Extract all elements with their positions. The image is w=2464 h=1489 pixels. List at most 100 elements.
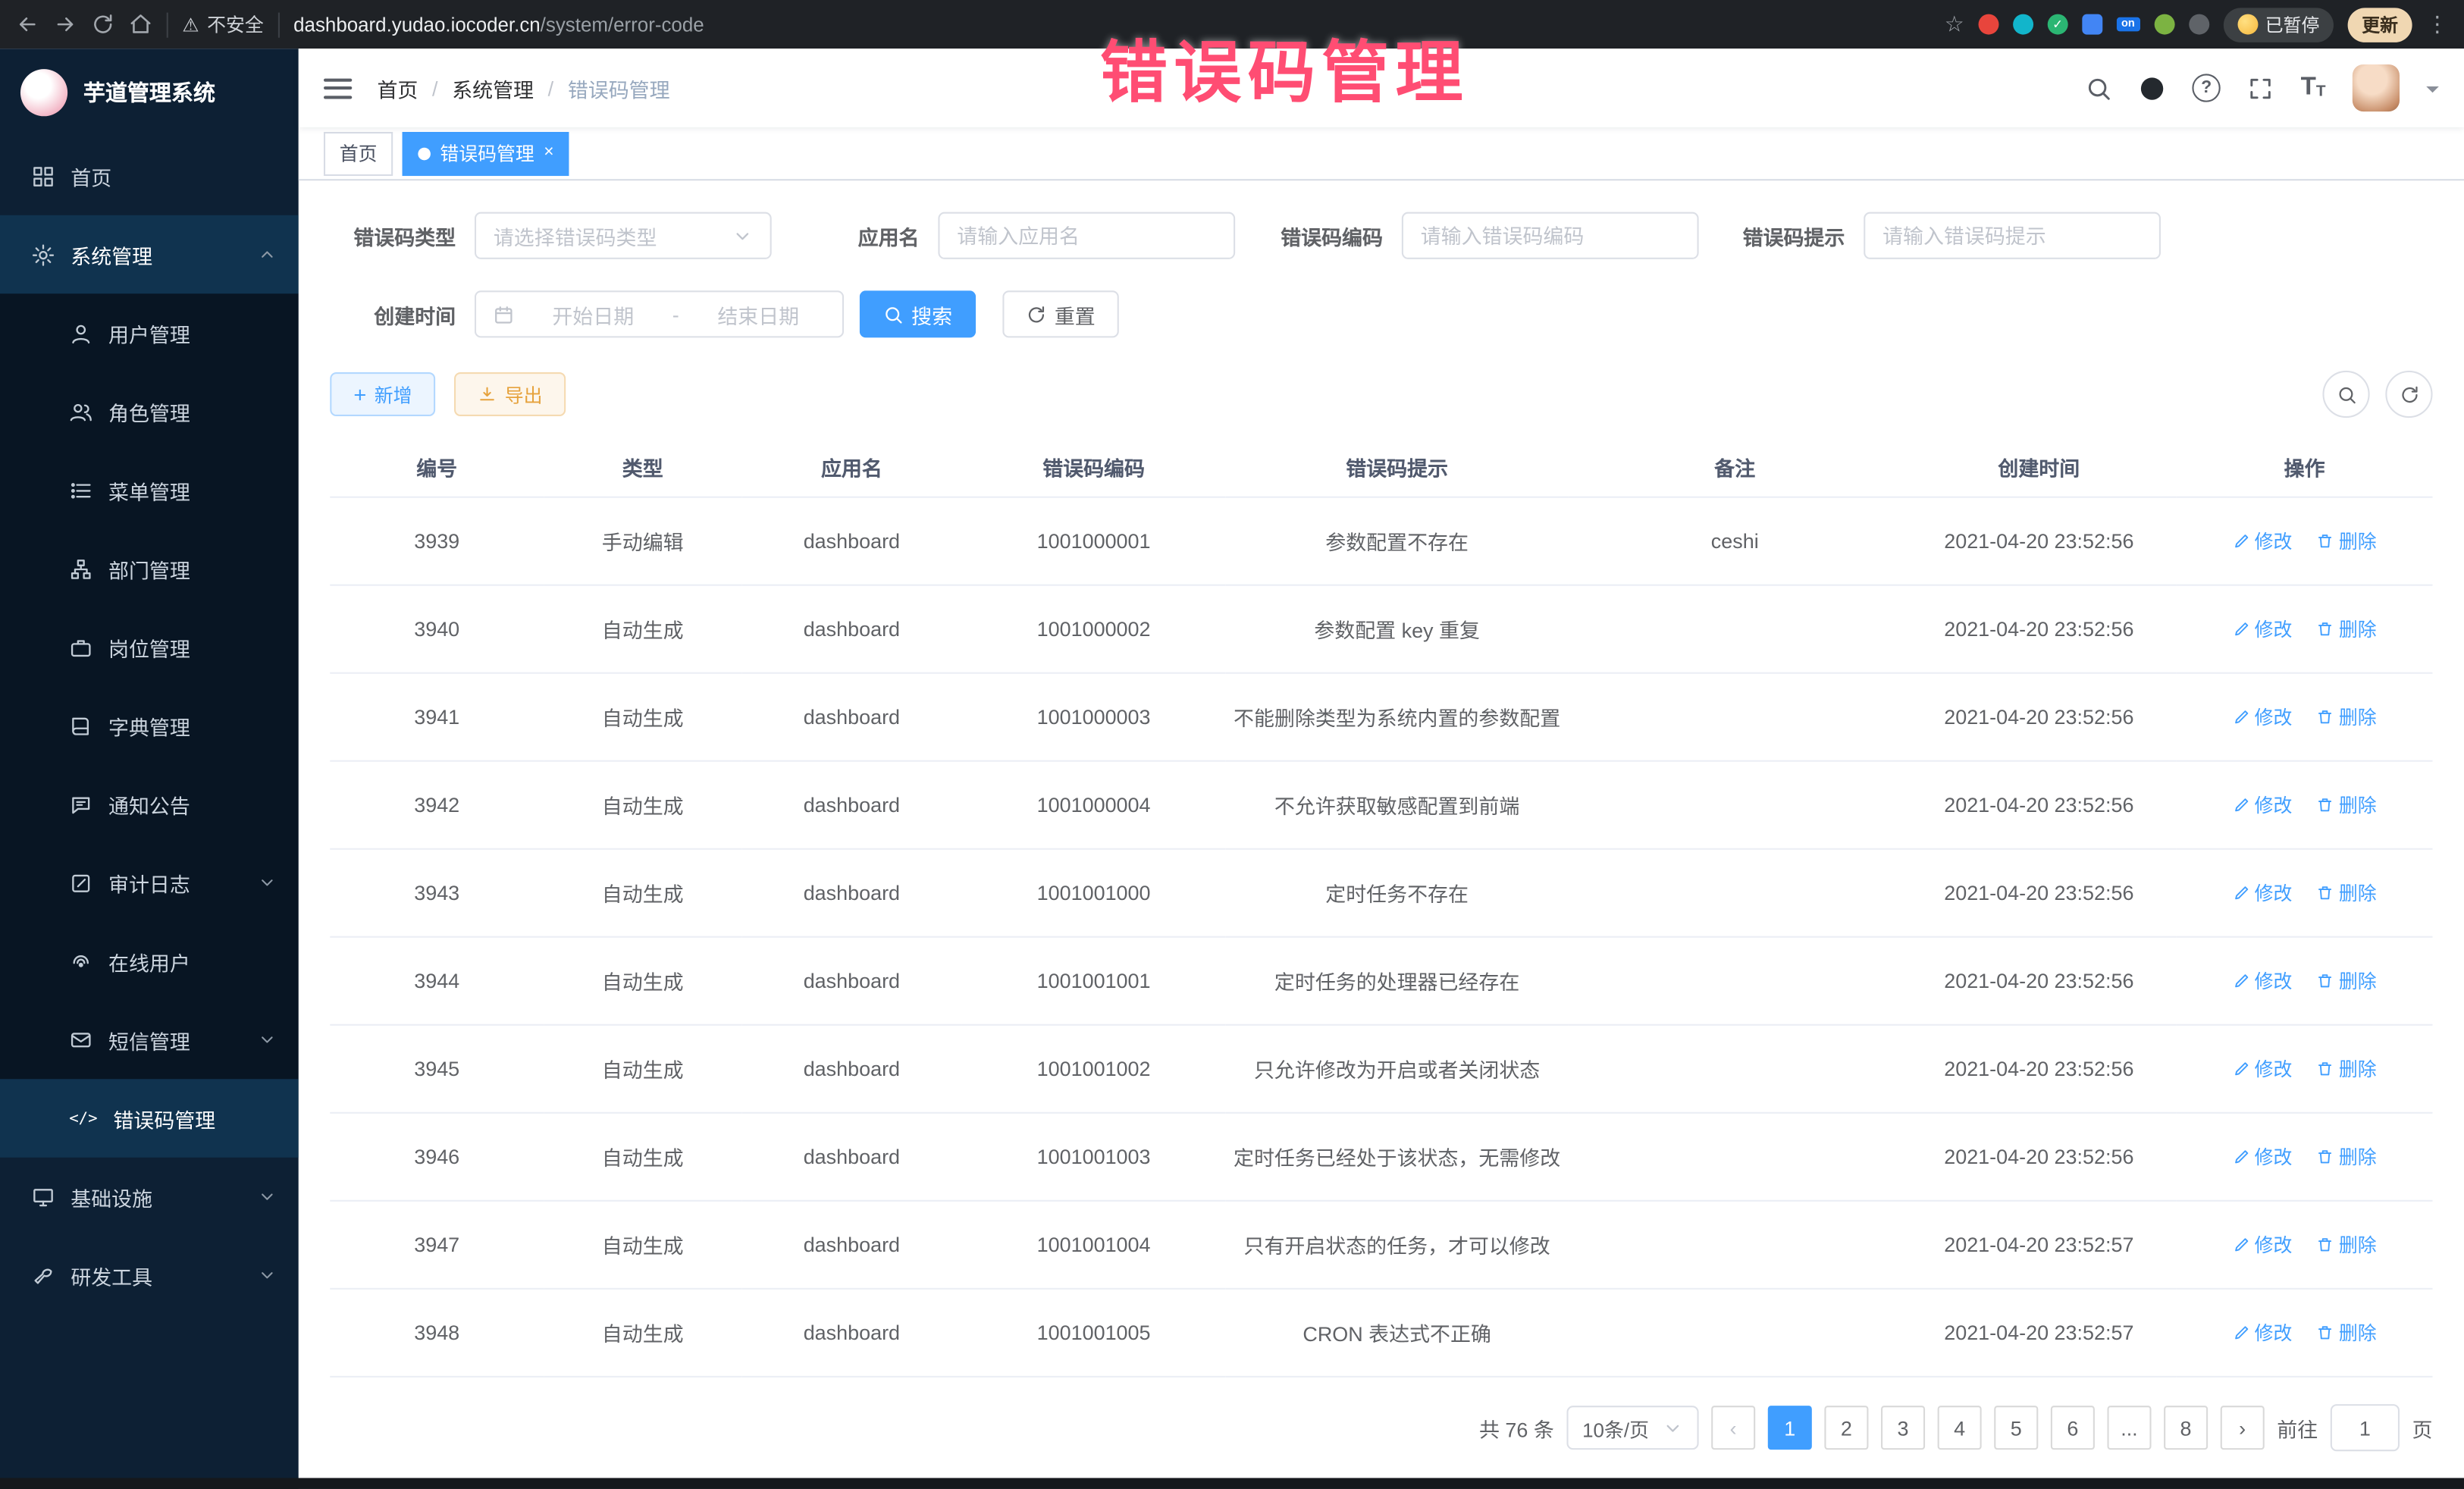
back-icon[interactable] <box>16 13 39 36</box>
github-icon[interactable] <box>2139 74 2165 101</box>
error-type-select[interactable]: 请选择错误码类型 <box>475 212 772 259</box>
sidebar-item-menu-management[interactable]: 菜单管理 <box>0 451 299 530</box>
update-button[interactable]: 更新 <box>2348 7 2412 42</box>
table-row: 3943 自动生成 dashboard 1001001000 定时任务不存在 2… <box>330 849 2432 937</box>
delete-link[interactable]: 删除 <box>2317 616 2377 642</box>
extension-green-check-icon[interactable]: ✓ <box>2048 14 2068 35</box>
plus-icon: + <box>353 383 366 405</box>
pin-icon[interactable] <box>2188 14 2209 35</box>
sidebar-item-online-users[interactable]: 在线用户 <box>0 922 299 1001</box>
edit-label: 修改 <box>2255 616 2293 642</box>
export-button[interactable]: 导出 <box>454 372 566 416</box>
sidebar-item-home[interactable]: 首页 <box>0 136 299 215</box>
page-button-1[interactable]: 1 <box>1768 1406 1812 1450</box>
cell-hint: CRON 表达式不正确 <box>1226 1289 1569 1377</box>
sidebar-item-sms-management[interactable]: 短信管理 <box>0 1001 299 1080</box>
page-button-2[interactable]: 2 <box>1824 1406 1868 1450</box>
error-hint-input[interactable] <box>1864 212 2161 259</box>
sidebar-item-post-management[interactable]: 岗位管理 <box>0 608 299 687</box>
edit-link[interactable]: 修改 <box>2233 1231 2293 1258</box>
home-icon[interactable] <box>129 13 152 36</box>
sidebar-item-user-management[interactable]: 用户管理 <box>0 293 299 372</box>
sidebar-item-infrastructure[interactable]: 基础设施 <box>0 1158 299 1237</box>
sidebar-item-dept-management[interactable]: 部门管理 <box>0 529 299 608</box>
tab-home[interactable]: 首页 <box>324 131 393 175</box>
goto-page-input[interactable] <box>2331 1404 2400 1451</box>
cell-remark <box>1569 585 1901 673</box>
sidebar-item-error-code-management[interactable]: </> 错误码管理 <box>0 1079 299 1158</box>
refresh-table-button[interactable] <box>2385 371 2432 418</box>
edit-link[interactable]: 修改 <box>2233 616 2293 642</box>
user-avatar[interactable] <box>2353 64 2400 111</box>
delete-link[interactable]: 删除 <box>2317 1143 2377 1170</box>
date-range-picker[interactable]: 开始日期 - 结束日期 <box>475 290 844 337</box>
edit-label: 修改 <box>2255 528 2293 554</box>
extension-leaf-icon[interactable] <box>2154 14 2174 35</box>
page-button-3[interactable]: 3 <box>1881 1406 1925 1450</box>
close-icon[interactable]: × <box>544 145 553 162</box>
page-size-select[interactable]: 10条/页 <box>1566 1406 1698 1450</box>
reload-icon[interactable] <box>91 13 114 36</box>
extension-red-icon[interactable] <box>1978 14 1998 35</box>
hamburger-icon[interactable] <box>324 78 352 99</box>
toggle-search-button[interactable] <box>2322 371 2369 418</box>
edit-link[interactable]: 修改 <box>2233 879 2293 906</box>
forward-icon[interactable] <box>53 13 77 36</box>
page-button-6[interactable]: 6 <box>2051 1406 2095 1450</box>
breadcrumb-system[interactable]: 系统管理 <box>452 73 534 102</box>
extension-on-badge[interactable]: on <box>2117 17 2140 32</box>
page-button-4[interactable]: 4 <box>1938 1406 1982 1450</box>
add-button[interactable]: + 新增 <box>330 372 435 416</box>
tab-error-code-management[interactable]: 错误码管理 × <box>403 131 570 175</box>
delete-link[interactable]: 删除 <box>2317 1319 2377 1346</box>
cell-ops: 修改 删除 <box>2177 585 2433 673</box>
gear-icon <box>31 243 55 266</box>
sidebar-item-role-management[interactable]: 角色管理 <box>0 372 299 451</box>
table-header-row: 编号 类型 应用名 错误码编码 错误码提示 备注 创建时间 操作 <box>330 438 2432 497</box>
delete-link[interactable]: 删除 <box>2317 967 2377 994</box>
sidebar-item-audit-log[interactable]: 审计日志 <box>0 844 299 923</box>
breadcrumb-home[interactable]: 首页 <box>377 73 418 102</box>
cell-time: 2021-04-20 23:52:56 <box>1901 761 2177 849</box>
search-button[interactable]: 搜索 <box>860 290 976 337</box>
sidebar-item-label: 短信管理 <box>108 1025 190 1055</box>
page-button-5[interactable]: 5 <box>1994 1406 2038 1450</box>
avatar-dropdown-caret-icon[interactable] <box>2426 86 2439 99</box>
error-code-input[interactable] <box>1402 212 1699 259</box>
browser-menu-icon[interactable]: ⋮ <box>2426 11 2448 38</box>
edit-link[interactable]: 修改 <box>2233 792 2293 818</box>
bookmark-star-icon[interactable]: ☆ <box>1945 11 1964 38</box>
delete-link[interactable]: 删除 <box>2317 1055 2377 1082</box>
prev-page-button[interactable]: ‹ <box>1711 1406 1755 1450</box>
app-logo[interactable]: 芋道管理系统 <box>0 49 299 136</box>
delete-link[interactable]: 删除 <box>2317 704 2377 730</box>
sidebar-item-system-management[interactable]: 系统管理 <box>0 215 299 294</box>
app-name-input[interactable] <box>938 212 1235 259</box>
edit-link[interactable]: 修改 <box>2233 704 2293 730</box>
edit-link[interactable]: 修改 <box>2233 1319 2293 1346</box>
page-button-8[interactable]: 8 <box>2164 1406 2208 1450</box>
extension-teal-icon[interactable] <box>2013 14 2033 35</box>
delete-link[interactable]: 删除 <box>2317 528 2377 554</box>
page-ellipsis[interactable]: ... <box>2107 1406 2151 1450</box>
font-size-icon[interactable]: TT <box>2301 75 2326 100</box>
sidebar-item-dev-tools[interactable]: 研发工具 <box>0 1236 299 1315</box>
delete-link[interactable]: 删除 <box>2317 879 2377 906</box>
address-bar[interactable]: dashboard.yudao.iocoder.cn/system/error-… <box>293 14 704 36</box>
sidebar-item-notice[interactable]: 通知公告 <box>0 765 299 844</box>
search-icon[interactable] <box>2086 74 2112 101</box>
help-icon[interactable]: ? <box>2193 74 2221 102</box>
edit-link[interactable]: 修改 <box>2233 967 2293 994</box>
delete-link[interactable]: 删除 <box>2317 792 2377 818</box>
fullscreen-icon[interactable] <box>2247 74 2274 101</box>
site-security[interactable]: ⚠ 不安全 <box>182 11 263 38</box>
extension-blue-icon[interactable] <box>2082 14 2102 35</box>
next-page-button[interactable]: › <box>2221 1406 2265 1450</box>
edit-link[interactable]: 修改 <box>2233 1055 2293 1082</box>
paused-badge[interactable]: 已暂停 <box>2223 7 2334 42</box>
reset-button[interactable]: 重置 <box>1002 290 1118 337</box>
sidebar-item-dict-management[interactable]: 字典管理 <box>0 686 299 765</box>
edit-link[interactable]: 修改 <box>2233 1143 2293 1170</box>
delete-link[interactable]: 删除 <box>2317 1231 2377 1258</box>
edit-link[interactable]: 修改 <box>2233 528 2293 554</box>
